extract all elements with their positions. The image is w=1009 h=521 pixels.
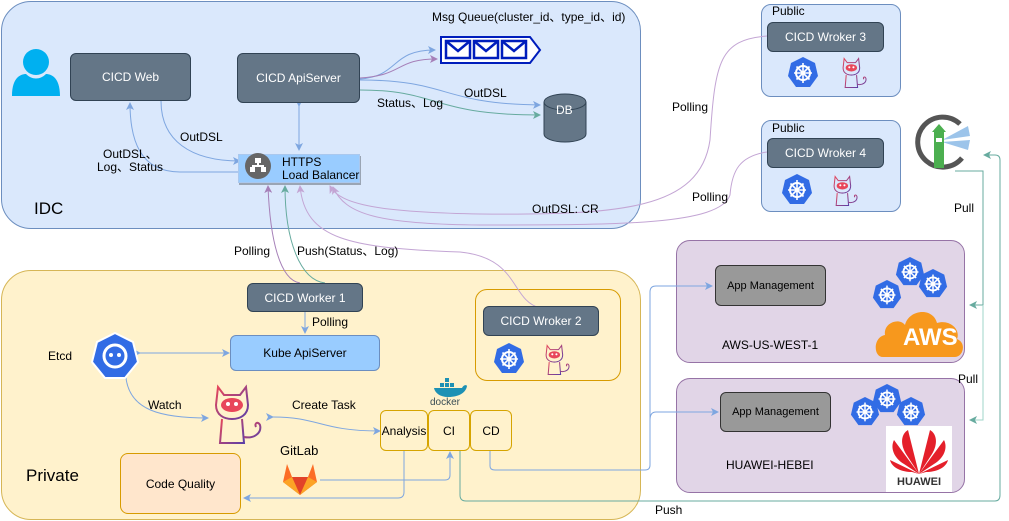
- edge-worker1-push: [281, 185, 326, 284]
- docker-icon: [434, 378, 467, 397]
- huawei-flower-icon: [890, 430, 948, 474]
- idc-label: IDC: [34, 199, 64, 218]
- edge-label-create-task: Create Task: [292, 398, 356, 412]
- edge-harbor-pull: [955, 170, 984, 309]
- huawei-logo-text: HUAWEI: [897, 476, 941, 488]
- edge-label-push-w2: Push(Status、Log): [297, 244, 399, 258]
- code-quality-node[interactable]: Code Quality: [120, 453, 241, 514]
- edge-gitlab-ci: [320, 451, 454, 481]
- edge-cd-huawei: [649, 408, 719, 421]
- aws-logo-text: AWS: [903, 324, 958, 351]
- kubernetes-icon: [787, 56, 819, 88]
- gitlab-icon: [283, 464, 317, 495]
- analysis-node[interactable]: Analysis: [380, 410, 428, 451]
- gitlab-label: GitLab: [280, 443, 319, 458]
- public-label-3: Public: [772, 4, 805, 18]
- edge-create-task: [265, 412, 381, 435]
- edge-label-polling-w4: Polling: [692, 190, 729, 204]
- cicd-worker3-node[interactable]: CICD Wroker 3: [767, 22, 884, 52]
- harbor-icon: [915, 114, 970, 170]
- edge-label-polling-w3: Polling: [672, 100, 709, 114]
- cat-mascot-icon: [840, 56, 870, 90]
- lb-label-line1: HTTPS: [282, 155, 322, 169]
- edge-label-polling-kube: Polling: [312, 315, 349, 329]
- kubernetes-icon: [850, 396, 880, 426]
- app-management-huawei-node[interactable]: App Management: [720, 392, 831, 432]
- msg-queue-icon[interactable]: [440, 36, 542, 64]
- cicd-web-node[interactable]: CICD Web: [70, 53, 191, 101]
- cd-node[interactable]: CD: [470, 410, 512, 451]
- docker-label: docker: [430, 397, 461, 408]
- cat-mascot-icon: [831, 174, 861, 208]
- edge-label-polling-w1: Polling: [234, 244, 271, 258]
- cat-mascot-icon: [210, 383, 268, 447]
- msg-queue-label: Msg Queue(cluster_id、type_id、id): [432, 10, 626, 24]
- edge-label-outdsl-cr: OutDSL: CR: [532, 202, 599, 216]
- edge-label-lb-to-web-1: OutDSL、: [103, 147, 158, 161]
- edge-api-mq-purple: [359, 55, 438, 79]
- edge-harbor-pull-2: [969, 305, 984, 424]
- lb-label-line2: Load Balancer: [282, 168, 360, 182]
- edge-label-pull-1: Pull: [954, 201, 975, 215]
- cicd-apiserver-node[interactable]: CICD ApiServer: [237, 53, 360, 103]
- huawei-logo: HUAWEI: [886, 426, 952, 492]
- edge-label-watch: Watch: [148, 398, 182, 412]
- edge-worker1-polling: [264, 185, 301, 284]
- edge-label-pull-2: Pull: [958, 372, 979, 386]
- edge-api-mq-blue: [359, 46, 436, 80]
- app-management-aws-node[interactable]: App Management: [715, 265, 826, 306]
- edge-label-push-harbor: Push: [655, 503, 683, 517]
- huawei-region-label: HUAWEI-HEBEI: [726, 458, 814, 472]
- db-icon[interactable]: [543, 93, 587, 143]
- cat-mascot-icon: [543, 343, 573, 377]
- etcd-label: Etcd: [48, 349, 73, 363]
- edge-label-lb-to-web-2: Log、Status: [97, 160, 164, 174]
- cicd-worker2-node[interactable]: CICD Wroker 2: [483, 306, 599, 336]
- db-label: DB: [556, 103, 573, 117]
- kube-apiserver-node[interactable]: Kube ApiServer: [230, 335, 380, 371]
- public-label-4: Public: [772, 121, 805, 135]
- ci-node[interactable]: CI: [428, 410, 470, 451]
- user-icon: [12, 49, 60, 96]
- kubernetes-icon: [896, 396, 926, 426]
- cicd-worker1-node[interactable]: CICD Worker 1: [247, 283, 363, 312]
- kubernetes-icon: [918, 268, 948, 298]
- network-icon: [245, 153, 271, 179]
- edge-label-web-to-lb: OutDSL: [180, 130, 223, 144]
- cicd-worker4-node[interactable]: CICD Wroker 4: [767, 138, 884, 168]
- aws-region-label: AWS-US-WEST-1: [722, 338, 819, 352]
- etcd-icon: [91, 332, 139, 379]
- kubernetes-icon: [493, 342, 525, 374]
- edge-analysis-codequality: [243, 451, 405, 502]
- kubernetes-icon: [781, 173, 813, 205]
- edge-label-status-log: Status、Log: [377, 96, 444, 110]
- edge-label-api-db-outdsl: OutDSL: [464, 86, 507, 100]
- private-label: Private: [26, 466, 79, 485]
